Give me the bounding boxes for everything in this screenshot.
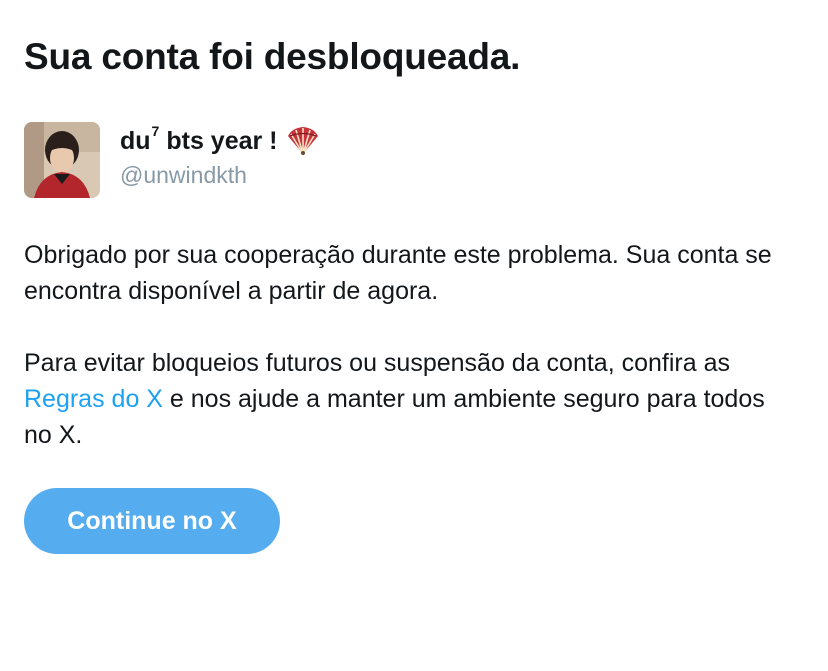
profile-names: du 7 bts year ! @unwindkth [120,122,320,190]
avatar-image [24,122,100,198]
rules-message-before: Para evitar bloqueios futuros ou suspens… [24,349,730,377]
user-handle: @unwindkth [120,162,247,188]
profile-card: du 7 bts year ! @unwindkth [24,122,320,200]
avatar [24,122,100,198]
rules-link[interactable]: Regras do X [24,385,163,413]
display-name-rest: bts year ! [166,127,278,155]
display-name: du 7 bts year ! [120,123,320,158]
continue-button[interactable]: Continue no X [24,488,280,554]
page-title: Sua conta foi desbloqueada. [24,36,521,77]
folding-fan-icon [286,126,320,156]
thanks-message: Obrigado por sua cooperação durante este… [24,241,772,305]
rules-message: Para evitar bloqueios futuros ou suspens… [24,345,784,453]
display-name-main: du [120,127,151,155]
display-name-superscript: 7 [151,123,160,139]
unlocked-account-page: Sua conta foi desbloqueada. du 7 bts year … [0,0,828,671]
